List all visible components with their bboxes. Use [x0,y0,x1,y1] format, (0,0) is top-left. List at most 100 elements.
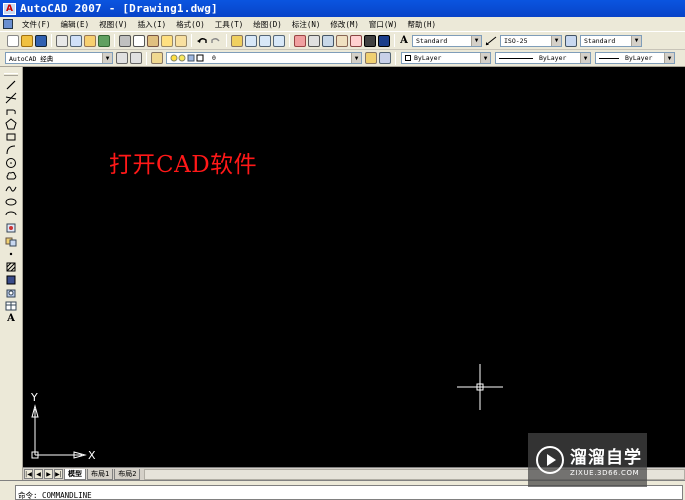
autocad-app-icon[interactable]: A [3,2,16,15]
block-editor-icon[interactable] [175,34,187,47]
construction-line-icon[interactable] [4,92,18,104]
text-style-icon[interactable]: A [398,35,410,46]
new-file-icon[interactable] [7,34,19,47]
gradient-icon[interactable] [4,274,18,286]
menu-format[interactable]: 格式(O) [171,19,210,30]
lineweight-select[interactable]: ByLayer ▼ [595,52,675,64]
zoom-realtime-icon[interactable] [245,34,257,47]
pan-icon[interactable] [231,34,243,47]
play-logo-icon [536,446,564,474]
print-icon[interactable] [56,34,68,47]
text-style-select[interactable]: Standard ▼ [412,34,482,47]
toolbar-grip[interactable] [4,73,18,76]
cut-icon[interactable] [119,34,131,47]
menu-insert[interactable]: 插入(I) [133,19,172,30]
open-file-icon[interactable] [21,34,33,47]
circle-icon[interactable] [4,157,18,169]
menu-tools[interactable]: 工具(T) [210,19,249,30]
chevron-down-icon: ▼ [102,53,112,63]
region-icon[interactable] [4,287,18,299]
chevron-down-icon: ▼ [631,35,641,46]
table-style-select[interactable]: Standard ▼ [580,34,642,47]
color-swatch [405,55,411,61]
plot-preview-icon[interactable] [70,34,82,47]
spline-icon[interactable] [4,183,18,195]
drawing-canvas[interactable]: 打开CAD软件 Y X [23,67,685,467]
paste-icon[interactable] [147,34,159,47]
tool-palettes-icon[interactable] [322,34,334,47]
tab-layout2[interactable]: 布局2 [114,468,141,480]
line-icon[interactable] [4,79,18,91]
ellipse-arc-icon[interactable] [4,209,18,221]
layer-value: 0 [212,54,216,62]
lineweight-preview [599,57,619,59]
copy-icon[interactable] [133,34,145,47]
linetype-value: ByLayer [539,54,567,62]
multiline-text-icon[interactable]: A [4,313,18,325]
menu-bar: 文件(F) 编辑(E) 视图(V) 插入(I) 格式(O) 工具(T) 绘图(D… [0,17,685,32]
save-icon[interactable] [35,34,47,47]
menu-help[interactable]: 帮助(H) [402,19,441,30]
zoom-window-icon[interactable] [259,34,271,47]
menu-modify[interactable]: 修改(M) [325,19,364,30]
tab-layout1[interactable]: 布局1 [87,468,114,480]
insert-block-icon[interactable] [4,222,18,234]
menu-window[interactable]: 窗口(W) [364,19,403,30]
sheet-set-icon[interactable] [336,34,348,47]
polygon-icon[interactable] [4,117,18,130]
lineweight-value: ByLayer [625,54,653,62]
open-cad-annotation: 打开CAD软件 [109,152,258,178]
layer-previous-icon[interactable] [379,52,391,64]
color-select[interactable]: ByLayer ▼ [401,52,491,64]
match-properties-icon[interactable] [161,34,173,47]
workspace-settings-icon[interactable] [116,52,128,64]
zoom-previous-icon[interactable] [273,34,285,47]
ellipse-icon[interactable] [4,196,18,208]
help-icon[interactable] [378,34,390,47]
ucs-x-label: X [88,449,96,462]
menu-dimension[interactable]: 标注(N) [287,19,326,30]
linetype-select[interactable]: ByLayer ▼ [495,52,591,64]
menu-file[interactable]: 文件(F) [17,19,56,30]
watermark: 溜溜自学 ZIXUE.3D66.COM [528,433,647,487]
rectangle-icon[interactable] [4,131,18,143]
tab-model[interactable]: 模型 [64,468,86,480]
text-style-value: Standard [416,36,448,45]
arc-icon[interactable] [4,144,18,156]
make-layer-current-icon[interactable] [365,52,377,64]
prev-tab-icon[interactable]: ◀ [34,469,43,479]
redo-icon[interactable] [210,34,222,47]
watermark-text: 溜溜自学 ZIXUE.3D66.COM [570,443,642,477]
table-style-icon[interactable] [565,34,577,47]
dimension-style-value: ISO-25 [504,36,528,45]
layer-manager-icon[interactable] [151,52,163,64]
workspace-select[interactable]: AutoCAD 经典 ▼ [5,52,113,64]
table-icon[interactable] [4,300,18,312]
markup-icon[interactable] [350,34,362,47]
polyline-icon[interactable] [4,105,18,117]
properties-icon[interactable] [294,34,306,47]
my-workspace-icon[interactable] [130,52,142,64]
document-icon[interactable] [3,19,13,29]
first-tab-icon[interactable]: |◀ [24,469,33,479]
hatch-icon[interactable] [4,261,18,273]
dimension-style-icon[interactable] [485,34,497,47]
last-tab-icon[interactable]: ▶| [54,469,63,479]
design-center-icon[interactable] [308,34,320,47]
command-line-input[interactable]: 命令: COMMANDLINE [15,485,683,500]
undo-icon[interactable] [196,34,208,47]
menu-view[interactable]: 视图(V) [94,19,133,30]
calculator-icon[interactable] [364,34,376,47]
ucs-icon: Y X [30,391,96,462]
menu-draw[interactable]: 绘图(D) [248,19,287,30]
dimension-style-select[interactable]: ISO-25 ▼ [500,34,562,47]
publish-icon[interactable] [84,34,96,47]
revision-cloud-icon[interactable] [4,170,18,182]
next-tab-icon[interactable]: ▶ [44,469,53,479]
layer-select[interactable]: 0 ▼ [166,52,362,64]
make-block-icon[interactable] [4,235,18,247]
point-icon[interactable] [4,248,18,260]
menu-edit[interactable]: 编辑(E) [56,19,95,30]
3d-dwf-icon[interactable] [98,34,110,47]
draw-toolbar: A [0,67,23,480]
